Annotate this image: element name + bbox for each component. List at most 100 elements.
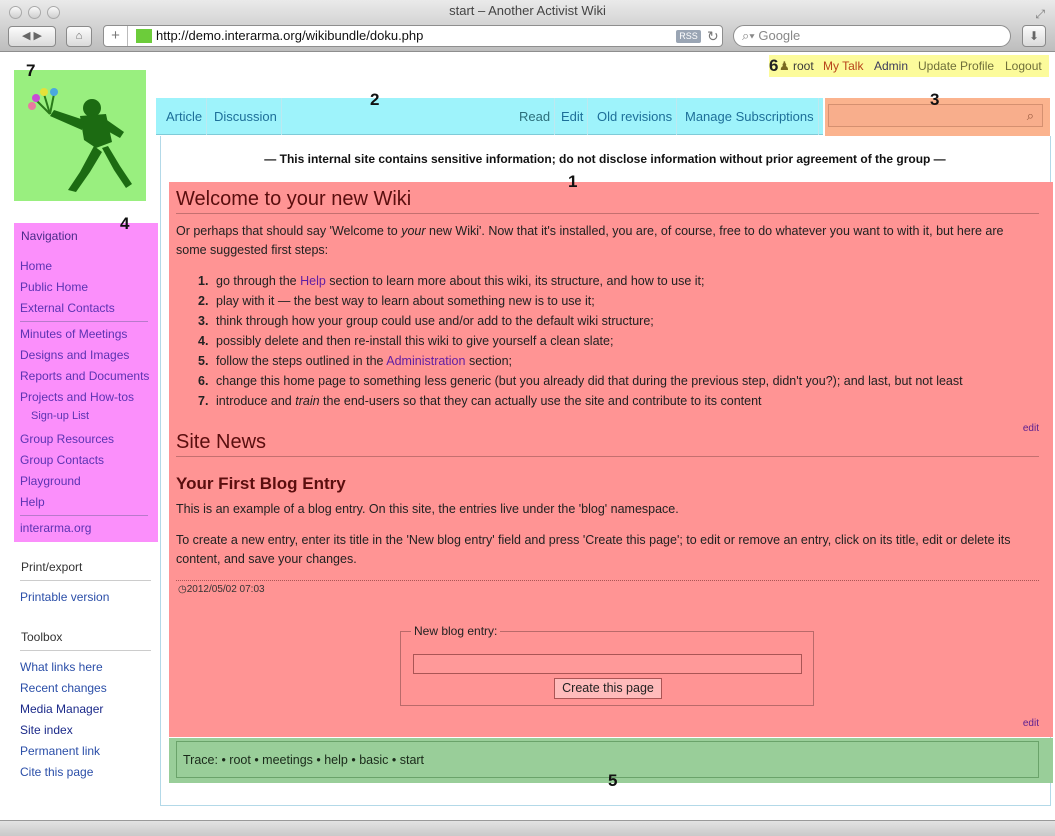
form-legend: New blog entry: [411,624,501,638]
marker-3: 3 [930,90,940,109]
trace-item-help[interactable]: help [324,753,348,767]
browser-search-field[interactable]: ⌕▾ Google [733,25,1011,47]
sidebar-item-designs[interactable]: Designs and Images [20,348,129,362]
permanent-link[interactable]: Permanent link [20,744,100,758]
site-news-heading: Site News [176,431,1039,457]
printable-version-link[interactable]: Printable version [20,590,109,604]
blog-entry-title[interactable]: Your First Blog Entry [176,474,346,494]
username[interactable]: root [793,55,814,77]
reload-icon[interactable]: ↻ [707,26,719,46]
view-tabs: Read Edit Old revisions Manage Subscript… [513,98,823,135]
site-logo[interactable] [14,70,146,201]
list-item: 3. think through how your group could use… [198,312,963,332]
back-forward-buttons[interactable]: ◀ ▶ [8,26,56,47]
marker-7: 7 [26,61,36,80]
sidebar-item-minutes[interactable]: Minutes of Meetings [20,327,127,341]
main-content: Welcome to your new Wiki Or perhaps that… [169,182,1053,737]
item-number: 5. [198,354,209,368]
status-bar [0,820,1055,836]
tab-edit[interactable]: Edit [557,98,589,135]
tab-discussion[interactable]: Discussion [210,98,282,135]
my-talk-link[interactable]: My Talk [823,55,863,77]
nav-heading: Navigation [21,229,78,243]
list-item: 7. introduce and train the end-users so t… [198,392,963,412]
window-titlebar: start – Another Activist Wiki ⤢ [0,0,1055,22]
sidebar-item-group-contacts[interactable]: Group Contacts [20,453,104,467]
site-index-link[interactable]: Site index [20,723,73,737]
tab-read[interactable]: Read [515,98,556,135]
browser-toolbar: ◀ ▶ ⌂ + http://demo.interarma.org/wikibu… [0,22,1055,52]
media-manager-link[interactable]: Media Manager [20,702,103,716]
clock-icon: ◷ [178,584,187,595]
item-text: introduce and [216,394,296,408]
item-number: 4. [198,334,209,348]
sidebar-item-interarma[interactable]: interarma.org [20,521,91,535]
list-item: 1. go through the Help section to learn m… [198,272,963,292]
sidebar-item-help[interactable]: Help [20,495,45,509]
trace-item-basic[interactable]: basic [359,753,388,767]
sidebar-item-playground[interactable]: Playground [20,474,81,488]
item-text: play with it — the best way to learn abo… [216,294,595,308]
zoom-button[interactable] [47,6,60,19]
recent-changes-link[interactable]: Recent changes [20,681,107,695]
item-text: follow the steps outlined in the [216,354,387,368]
trace-item-start[interactable]: start [400,753,424,767]
marker-1: 1 [568,172,578,191]
what-links-here-link[interactable]: What links here [20,660,103,674]
intro-emphasis: your [401,224,426,238]
item-number: 1. [198,274,209,288]
sidebar-item-external-contacts[interactable]: External Contacts [20,301,115,315]
downloads-button[interactable]: ⬇ [1022,25,1046,47]
blog-date: ◷2012/05/02 07:03 [178,584,265,595]
address-bar[interactable]: + http://demo.interarma.org/wikibundle/d… [103,25,723,47]
item-text: possibly delete and then re-install this… [216,334,614,348]
trace-item-root[interactable]: root [229,753,251,767]
search-placeholder: Google [758,28,801,43]
divider [20,580,151,581]
divider [20,515,148,516]
help-link[interactable]: Help [300,274,326,288]
administration-link[interactable]: Administration [386,354,465,368]
logout-link[interactable]: Logout [1005,55,1042,77]
item-number: 3. [198,314,209,328]
sidebar-item-home[interactable]: Home [20,259,52,273]
new-blog-entry-input[interactable] [413,654,802,674]
marker-6: 6 [769,56,779,75]
sidebar-item-signup[interactable]: Sign-up List [31,410,89,422]
tab-manage-subscriptions[interactable]: Manage Subscriptions [681,98,819,135]
rss-badge[interactable]: RSS [676,30,701,43]
sidebar-item-reports[interactable]: Reports and Documents [20,369,149,383]
trace-label: Trace: [183,753,218,767]
edit-section-link-2[interactable]: edit [1023,718,1039,729]
user-bar: 6 ♟ root My Talk Admin Update Profile Lo… [769,55,1049,77]
trace-item-meetings[interactable]: meetings [262,753,313,767]
sidebar-item-projects[interactable]: Projects and How-tos [20,390,134,404]
item-number: 7. [198,394,209,408]
tab-old-revisions[interactable]: Old revisions [593,98,678,135]
url-text[interactable]: http://demo.interarma.org/wikibundle/dok… [156,26,423,46]
user-icon: ♟ [779,59,790,73]
search-icon[interactable]: ⌕ [1027,108,1034,124]
sidebar-item-group-resources[interactable]: Group Resources [20,432,114,446]
marker-4: 4 [120,214,130,233]
toolbox-heading: Toolbox [21,630,63,644]
cite-page-link[interactable]: Cite this page [20,765,93,779]
minimize-button[interactable] [28,6,41,19]
create-page-button[interactable]: Create this page [554,678,662,699]
marker-2: 2 [370,90,380,109]
sidebar-item-public-home[interactable]: Public Home [20,280,88,294]
admin-link[interactable]: Admin [874,55,908,77]
add-bookmark-icon[interactable]: + [104,26,128,46]
steps-list: 1. go through the Help section to learn m… [198,272,963,412]
close-button[interactable] [9,6,22,19]
marker-5: 5 [608,771,618,790]
item-emphasis: train [295,394,320,408]
blog-paragraph-2: To create a new entry, enter its title i… [176,533,1011,566]
tab-article[interactable]: Article [162,98,208,135]
favicon-icon [136,29,152,43]
item-text: section to learn more about this wiki, i… [325,274,705,288]
update-profile-link[interactable]: Update Profile [918,55,994,77]
home-button[interactable]: ⌂ [66,26,92,47]
list-item: 5. follow the steps outlined in the Admin… [198,352,963,372]
date-text: 2012/05/02 07:03 [186,584,265,595]
